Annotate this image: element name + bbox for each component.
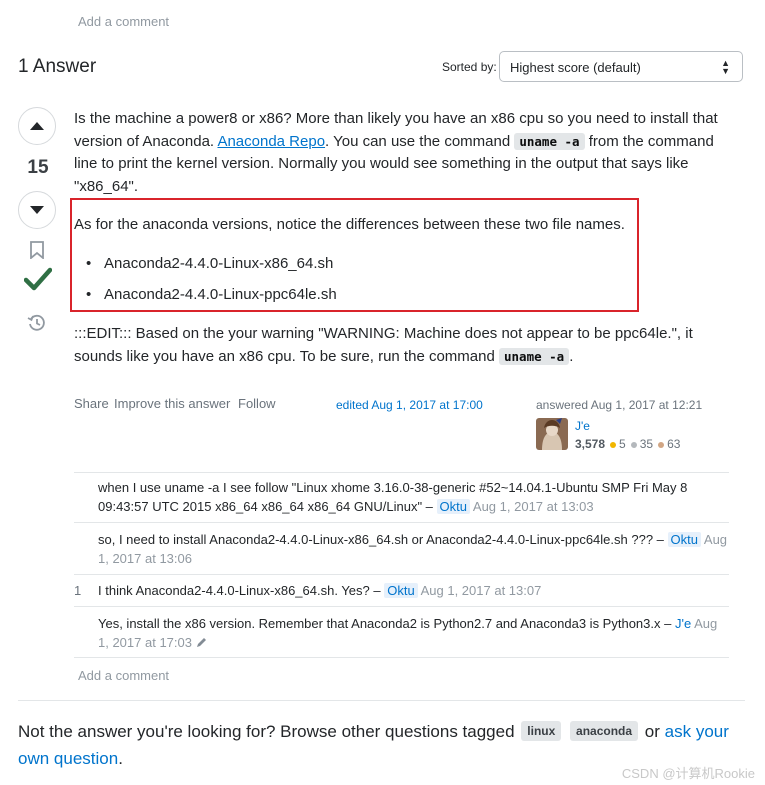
timeline-button[interactable] <box>27 313 47 338</box>
arrow-up-icon <box>30 122 44 130</box>
bookmark-icon <box>30 241 44 260</box>
anaconda-repo-link[interactable]: Anaconda Repo <box>217 133 325 150</box>
checkmark-icon <box>23 267 53 291</box>
pencil-icon <box>196 637 206 647</box>
comment-time[interactable]: Aug 1, 2017 at 13:03 <box>473 499 594 514</box>
improve-answer-link[interactable]: Improve this answer <box>114 396 230 411</box>
comment-user-link[interactable]: Oktu <box>667 532 701 547</box>
tag-linux[interactable]: linux <box>521 721 562 741</box>
answers-count-heading: 1 Answer <box>18 56 97 77</box>
divider <box>74 472 729 473</box>
answer-paragraph-1: Is the machine a power8 or x86? More tha… <box>74 110 718 195</box>
downvote-button[interactable] <box>18 191 56 229</box>
avatar-image <box>536 418 568 450</box>
comment-score: 1 <box>74 583 82 598</box>
inline-code: uname -a <box>499 347 570 365</box>
list-item: Anaconda2-4.4.0-Linux-ppc64le.sh <box>74 284 734 307</box>
watermark: CSDN @计算机Rookie <box>621 766 755 781</box>
sort-select[interactable]: Highest score (default) ▲ ▼ <box>499 51 743 82</box>
select-arrows-icon: ▲ ▼ <box>721 58 730 76</box>
follow-button[interactable]: Follow <box>238 396 276 411</box>
comment: Yes, install the x86 version. Remember t… <box>98 616 718 650</box>
silver-badge-icon <box>630 441 637 448</box>
answer-paragraph-3: :::EDIT::: Based on the your warning "WA… <box>74 325 693 365</box>
comment-time[interactable]: Aug 1, 2017 at 13:07 <box>421 583 542 598</box>
comment-user-link[interactable]: Oktu <box>436 498 470 514</box>
comment-user-link[interactable]: J'e <box>675 616 691 631</box>
sort-label: Sorted by: <box>442 60 497 74</box>
accepted-answer-indicator <box>23 266 53 297</box>
share-link[interactable]: Share <box>74 396 109 411</box>
bookmark-button[interactable] <box>29 241 45 264</box>
comment: I think Anaconda2-4.4.0-Linux-x86_64.sh.… <box>98 583 542 598</box>
divider <box>74 522 729 523</box>
gold-badge-icon <box>610 441 617 448</box>
user-name-link[interactable]: J'e <box>575 419 590 433</box>
add-comment-link-bottom[interactable]: Add a comment <box>78 668 169 683</box>
edited-timestamp-link[interactable]: edited Aug 1, 2017 at 17:00 <box>336 398 483 412</box>
divider <box>74 574 729 575</box>
answer-paragraph-2: As for the anaconda versions, notice the… <box>74 216 625 233</box>
divider <box>74 606 729 607</box>
inline-code: uname -a <box>514 132 585 150</box>
answered-timestamp: answered Aug 1, 2017 at 12:21 <box>536 398 703 412</box>
user-reputation: 3,578 5 35 63 <box>575 437 681 451</box>
comment-user-link[interactable]: Oktu <box>384 583 418 598</box>
divider <box>74 657 729 658</box>
arrow-down-icon <box>30 206 44 214</box>
file-list: Anaconda2-4.4.0-Linux-x86_64.sh Anaconda… <box>74 253 734 306</box>
bronze-badge-icon <box>658 441 665 448</box>
vote-count: 15 <box>27 157 49 178</box>
add-comment-link-top[interactable]: Add a comment <box>78 14 169 29</box>
tag-anaconda[interactable]: anaconda <box>570 721 639 741</box>
divider <box>18 700 745 701</box>
sort-selected-value: Highest score (default) <box>510 60 641 75</box>
list-item: Anaconda2-4.4.0-Linux-x86_64.sh <box>74 253 734 276</box>
history-icon <box>27 314 45 331</box>
comment: so, I need to install Anaconda2-4.4.0-Li… <box>98 532 728 566</box>
avatar[interactable] <box>536 418 568 450</box>
comment: when I use uname -a I see follow "Linux … <box>98 480 688 514</box>
upvote-button[interactable] <box>18 107 56 145</box>
